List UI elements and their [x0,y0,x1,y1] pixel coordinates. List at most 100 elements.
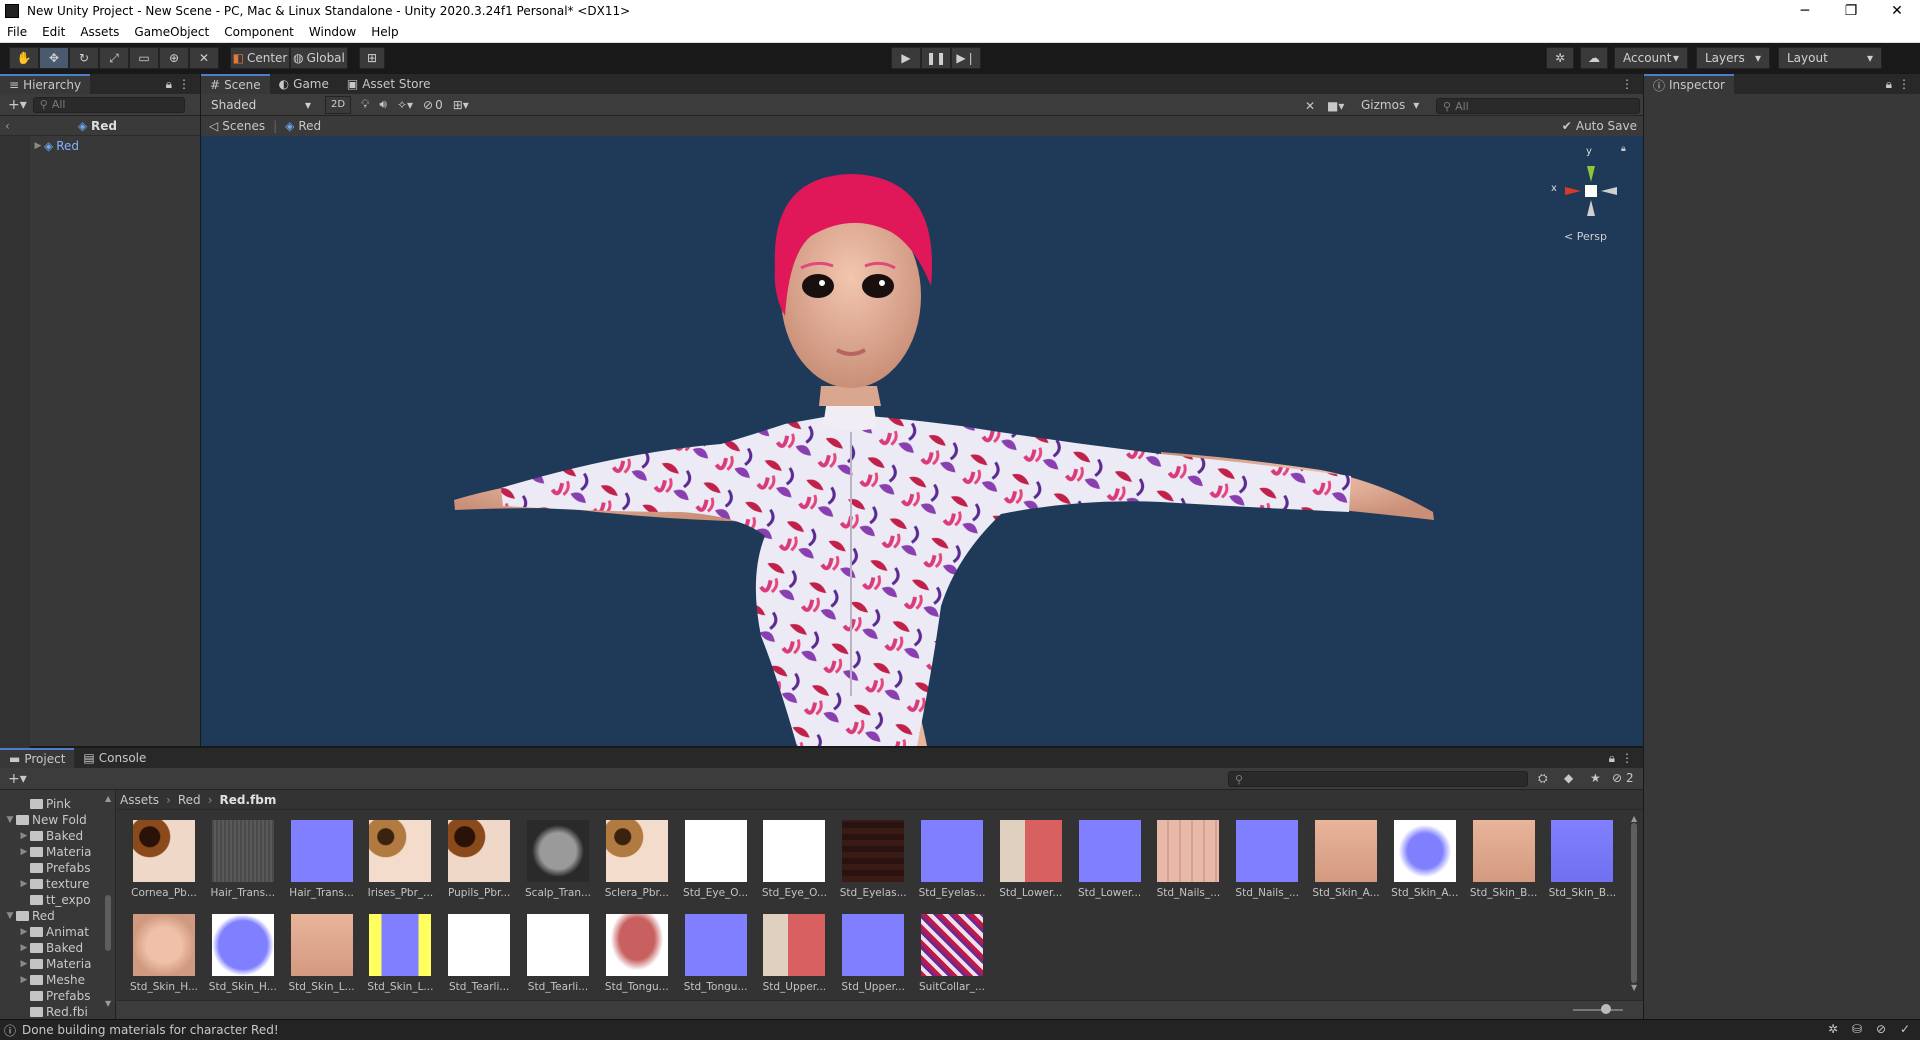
asset-item[interactable]: Std_Skin_L... [286,914,358,1002]
scroll-down-icon[interactable]: ▼ [105,999,113,1008]
folder-tree-item[interactable]: ▶ Materia [0,956,115,972]
close-button[interactable]: ✕ [1874,3,1920,19]
pivot-center-button[interactable]: ◧ Center [230,47,290,69]
lock-icon[interactable]: 🔒︎ [1609,751,1615,766]
expand-arrow-icon[interactable]: ▼ [4,815,16,825]
grid-scroll-thumb[interactable] [1631,823,1637,983]
crumb-red-fbm[interactable]: Red.fbm [220,793,277,807]
camera-icon[interactable]: ■▾ [1327,99,1344,113]
cloud-icon[interactable]: ☁ [1580,47,1608,69]
menu-file[interactable]: File [0,25,35,39]
more-icon[interactable]: ⋮ [1898,77,1910,91]
asset-item[interactable]: Std_Upper... [837,914,909,1002]
tab-inspector[interactable]: ⓘ Inspector [1644,74,1734,94]
folder-tree-item[interactable]: Red.fbi [0,1004,115,1019]
more-icon[interactable]: ⋮ [1621,77,1633,91]
expand-arrow-icon[interactable]: ▶ [18,831,30,841]
tab-console[interactable]: ▤ Console [74,748,155,768]
asset-item[interactable]: Std_Tearli... [522,914,594,1002]
asset-item[interactable]: Std_Eyelas... [837,820,909,908]
asset-item[interactable]: Std_Skin_H... [207,914,279,1002]
crumb-scenes[interactable]: Scenes [222,119,265,133]
scroll-up-icon[interactable]: ▲ [1631,814,1639,823]
asset-item[interactable]: Std_Tongu... [680,914,752,1002]
create-icon[interactable]: +▾ [8,771,27,787]
expand-arrow-icon[interactable]: ▶ [18,927,30,937]
audio-icon[interactable]: 🔊︎ [379,97,387,112]
tab-scene[interactable]: # Scene [201,74,270,94]
expand-arrow-icon[interactable]: ▶ [32,141,44,151]
tools-icon[interactable]: ✕ [1305,99,1315,113]
project-search-input[interactable]: ⚲ [1228,771,1528,787]
lighting-icon[interactable]: 💡︎ [361,97,369,112]
menu-assets[interactable]: Assets [73,25,127,39]
lock-icon[interactable]: 🔒︎ [1886,77,1892,92]
asset-item[interactable]: Std_Lower... [1074,820,1146,908]
tree-scroll-thumb[interactable] [105,895,111,951]
folder-tree-item[interactable]: ▶ Baked [0,828,115,844]
account-dropdown[interactable]: Account ▾ [1614,47,1688,69]
transform-tool-icon[interactable]: ⊕ [159,47,189,69]
minimize-button[interactable]: ─ [1782,3,1828,19]
folder-tree-item[interactable]: ▶ Materia [0,844,115,860]
pivot-global-button[interactable]: ◍ Global [290,47,348,69]
asset-item[interactable]: Std_Lower... [995,820,1067,908]
grid-toggle-icon[interactable]: ⊞▾ [453,98,469,112]
rect-tool-icon[interactable]: ▭ [129,47,159,69]
effects-icon[interactable]: ✧▾ [397,98,413,112]
hierarchy-item-red[interactable]: ▶ ◈ Red [32,138,80,154]
asset-item[interactable]: Std_Tongu... [601,914,673,1002]
folder-tree-item[interactable]: ▼ New Fold [0,812,115,828]
more-icon[interactable]: ⋮ [1621,751,1633,765]
asset-item[interactable]: Hair_Trans... [207,820,279,908]
asset-item[interactable]: Std_Nails_... [1231,820,1303,908]
progress-check-icon[interactable]: ✓ [1900,1022,1910,1036]
folder-tree-item[interactable]: ▶ Meshe [0,972,115,988]
gizmos-dropdown[interactable]: Gizmos ▾ [1361,98,1419,112]
folder-tree-item[interactable]: Prefabs [0,860,115,876]
pause-button[interactable]: ❚❚ [921,47,951,69]
tab-project[interactable]: ▬ Project [0,748,75,768]
asset-item[interactable]: Std_Nails_... [1152,820,1224,908]
filter-type-icon[interactable]: ⛭ [1538,771,1548,786]
tab-asset-store[interactable]: ▣ Asset Store [338,74,440,94]
thumbnail-size-handle[interactable] [1601,1004,1611,1014]
scale-tool-icon[interactable]: ⤢ [99,47,129,69]
lock-icon[interactable]: 🔒︎ [1621,144,1626,154]
menu-gameobject[interactable]: GameObject [127,25,217,39]
hidden-objects-icon[interactable]: ⊘ [423,98,433,112]
move-tool-icon[interactable]: ✥ [39,47,69,69]
hierarchy-search-input[interactable]: ⚲ All [32,96,185,113]
folder-tree-item[interactable]: Prefabs [0,988,115,1004]
crumb-red-folder[interactable]: Red [178,793,201,807]
maximize-button[interactable]: ❐ [1828,3,1874,19]
tree-scrollbar[interactable]: ▲ ▼ [105,794,113,1014]
folder-tree-item[interactable]: tt_expo [0,892,115,908]
custom-tool-icon[interactable]: ✕ [189,47,219,69]
lock-icon[interactable]: 🔒︎ [166,77,172,92]
folder-tree-item[interactable]: ▶ texture [0,876,115,892]
back-arrow-icon[interactable]: ‹ [5,119,10,133]
asset-item[interactable]: Std_Skin_B... [1546,820,1618,908]
favorite-star-icon[interactable]: ★ [1590,771,1601,785]
expand-arrow-icon[interactable]: ▶ [18,847,30,857]
bug-icon[interactable]: ✲ [1828,1022,1838,1036]
rotate-tool-icon[interactable]: ↻ [69,47,99,69]
asset-item[interactable]: Sclera_Pbr... [601,820,673,908]
menu-component[interactable]: Component [217,25,302,39]
asset-item[interactable]: Irises_Pbr_... [364,820,436,908]
expand-arrow-icon[interactable]: ▶ [18,943,30,953]
draw-mode-dropdown[interactable]: Shaded ▾ [203,94,319,115]
hidden-packages-icon[interactable]: ⊘ [1612,771,1622,785]
asset-item[interactable]: Std_Skin_B... [1468,820,1540,908]
asset-item[interactable]: SuitCollar_... [916,914,988,1002]
folder-tree-item[interactable]: Pink [0,796,115,812]
folder-tree-item[interactable]: ▶ Animat [0,924,115,940]
hand-tool-icon[interactable]: ✋ [9,47,39,69]
asset-item[interactable]: Std_Skin_L... [364,914,436,1002]
grid-scrollbar[interactable]: ▲ ▼ [1631,814,1639,996]
step-button[interactable]: ▶❘ [951,47,981,69]
scroll-down-icon[interactable]: ▼ [1631,983,1639,992]
orientation-gizmo[interactable]: y x 🔒︎ [1541,144,1631,234]
asset-item[interactable]: Std_Tearli... [443,914,515,1002]
